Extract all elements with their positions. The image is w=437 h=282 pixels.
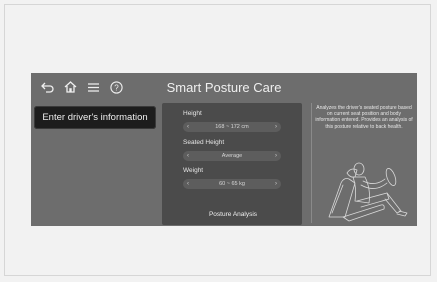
chevron-left-icon[interactable]: ‹ [187, 153, 189, 159]
chevron-left-icon[interactable]: ‹ [187, 181, 189, 187]
chevron-right-icon[interactable]: › [275, 181, 277, 187]
weight-label: Weight [183, 167, 204, 174]
enter-driver-info-button[interactable]: Enter driver's information [34, 106, 156, 129]
seated-posture-illustration-icon [328, 162, 408, 222]
driver-info-panel: Height ‹ 168 ~ 172 cm › Seated Height ‹ … [162, 103, 302, 225]
infotainment-screen: ? Smart Posture Care Enter driver's info… [31, 73, 417, 226]
chevron-right-icon[interactable]: › [275, 153, 277, 159]
seated-height-label: Seated Height [183, 139, 225, 146]
height-label: Height [183, 110, 202, 117]
seated-height-selector[interactable]: ‹ Average › [183, 151, 281, 161]
vertical-divider [311, 103, 312, 223]
feature-description: Analyzes the driver's seated posture bas… [315, 105, 413, 130]
chevron-left-icon[interactable]: ‹ [187, 124, 189, 130]
page-frame: ? Smart Posture Care Enter driver's info… [4, 4, 431, 276]
posture-analysis-button[interactable]: Posture Analysis [192, 208, 274, 220]
weight-selector[interactable]: ‹ 60 ~ 65 kg › [183, 179, 281, 189]
seated-height-value: Average [221, 153, 243, 159]
height-value: 168 ~ 172 cm [215, 124, 249, 130]
height-selector[interactable]: ‹ 168 ~ 172 cm › [183, 122, 281, 132]
chevron-right-icon[interactable]: › [275, 124, 277, 130]
weight-value: 60 ~ 65 kg [219, 181, 245, 187]
page-title: Smart Posture Care [166, 80, 282, 95]
